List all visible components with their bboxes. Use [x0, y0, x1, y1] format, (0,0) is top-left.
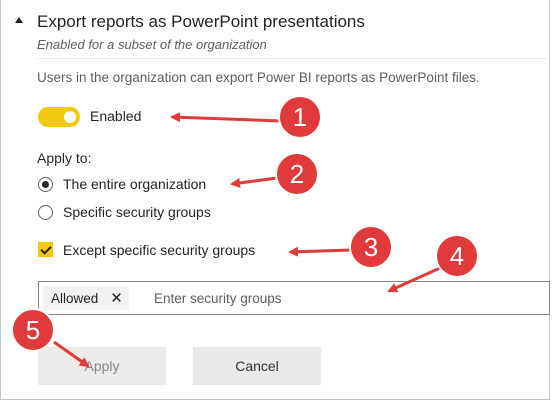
section-subtitle: Enabled for a subset of the organization — [37, 37, 267, 52]
divider — [37, 58, 550, 59]
radio-entire-organization[interactable] — [38, 177, 53, 192]
cancel-button[interactable]: Cancel — [193, 347, 321, 385]
settings-panel — [0, 0, 550, 400]
security-groups-field[interactable]: Allowed ✕ — [38, 281, 550, 315]
enabled-toggle[interactable] — [38, 107, 80, 127]
except-groups-checkbox[interactable] — [38, 242, 53, 257]
apply-to-label: Apply to: — [37, 150, 92, 166]
section-title: Export reports as PowerPoint presentatio… — [37, 12, 365, 31]
security-group-chip: Allowed ✕ — [43, 286, 129, 310]
security-groups-input[interactable] — [148, 287, 550, 309]
chip-remove-icon[interactable]: ✕ — [110, 289, 123, 307]
radio-entire-organization-label[interactable]: The entire organization — [63, 176, 206, 192]
collapse-caret-icon[interactable] — [15, 17, 23, 23]
except-groups-label[interactable]: Except specific security groups — [63, 242, 255, 258]
toggle-knob — [64, 111, 76, 123]
radio-specific-groups[interactable] — [38, 205, 53, 220]
apply-button[interactable]: Apply — [38, 347, 166, 385]
chip-label: Allowed — [51, 290, 99, 306]
radio-specific-groups-label[interactable]: Specific security groups — [63, 204, 211, 220]
toggle-label: Enabled — [90, 108, 142, 124]
section-description: Users in the organization can export Pow… — [37, 70, 480, 85]
